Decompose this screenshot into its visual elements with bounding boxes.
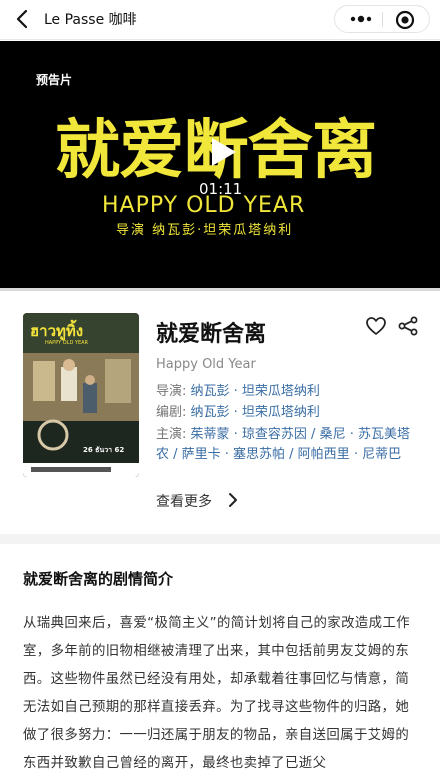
mini-program-capsule: [334, 5, 430, 33]
page-title: Le Passe 咖啡: [44, 12, 137, 28]
cast-label: 主演:: [156, 427, 187, 442]
video-time: 01:11: [199, 180, 243, 198]
writer-link[interactable]: 纳瓦彭 · 坦荣瓜塔纳利: [191, 405, 320, 420]
more-dots-icon[interactable]: [349, 11, 373, 27]
capsule-divider: [382, 12, 383, 27]
director-link[interactable]: 纳瓦彭 · 坦荣瓜塔纳利: [191, 384, 320, 399]
writer-line: 编剧: 纳瓦彭 · 坦荣瓜塔纳利: [156, 403, 320, 423]
movie-title: 就爱断舍离: [156, 322, 267, 347]
play-icon[interactable]: [205, 135, 239, 169]
section-divider: [0, 534, 440, 544]
trailer-label: 预告片: [36, 73, 73, 87]
title-art-credit: 导演 纳瓦彭·坦荣瓜塔纳利: [116, 223, 294, 238]
writer-label: 编剧:: [156, 405, 187, 420]
poster-subtitle: HAPPY OLD YEAR: [45, 340, 89, 346]
cast-line: 主演: 茱蒂蒙 · 琼查容苏因 / 桑尼 · 苏瓦美塔农 / 萨里卡 · 塞思苏…: [156, 425, 418, 465]
poster-date: 26 ธันวา 62: [83, 446, 125, 454]
synopsis-text: 从瑞典回来后，喜爱“极简主义”的简计划将自己的家改造成工作室，多年前的旧物相继被…: [23, 616, 411, 771]
english-title: Happy Old Year: [156, 357, 256, 372]
movie-poster[interactable]: ฮาวทูทิ้ง HAPPY OLD YEAR 26 ธันวา 62: [23, 313, 139, 477]
director-line: 导演: 纳瓦彭 · 坦荣瓜塔纳利: [156, 382, 320, 402]
cast-links[interactable]: 茱蒂蒙 · 琼查容苏因 / 桑尼 · 苏瓦美塔农 / 萨里卡 · 塞思苏帕 / …: [156, 427, 410, 462]
top-nav-bar: Le Passe 咖啡: [0, 0, 440, 40]
trailer-video-player[interactable]: 预告片 就爱断舍离 HAPPY OLD YEAR 导演 纳瓦彭·坦荣瓜塔纳利 0…: [0, 41, 440, 288]
synopsis-title: 就爱断舍离的剧情简介: [23, 570, 174, 588]
director-label: 导演:: [156, 384, 187, 399]
target-close-icon[interactable]: [395, 10, 415, 30]
share-icon[interactable]: [397, 315, 419, 337]
back-icon[interactable]: [10, 6, 36, 32]
video-progress-bar[interactable]: [0, 288, 440, 291]
chevron-right-icon[interactable]: [226, 492, 240, 508]
heart-icon[interactable]: [365, 315, 387, 337]
see-more-link[interactable]: 查看更多: [156, 491, 212, 511]
